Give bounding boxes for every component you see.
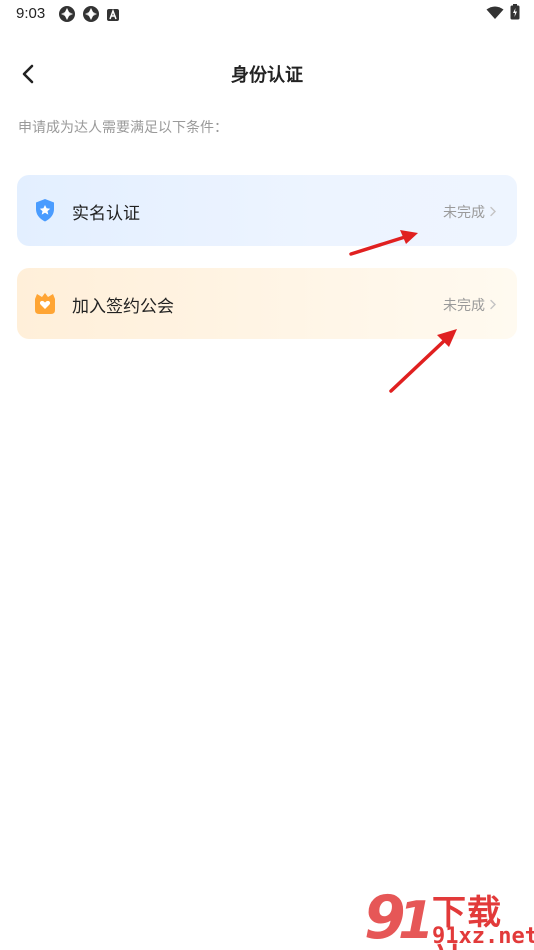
page-title: 身份认证 xyxy=(231,65,303,86)
card-label: 实名认证 xyxy=(72,204,140,224)
card-status: 未完成 xyxy=(443,298,485,314)
card-label: 加入签约公会 xyxy=(72,297,174,317)
chevron-right-icon xyxy=(490,299,496,310)
join-guild-card[interactable]: 加入签约公会 未完成 xyxy=(17,268,517,339)
chevron-right-icon xyxy=(490,206,496,217)
card-status: 未完成 xyxy=(443,205,485,221)
app-a-icon xyxy=(106,7,120,26)
sync-icon xyxy=(58,5,76,27)
status-notification-icons xyxy=(58,5,120,27)
shield-star-icon xyxy=(32,197,58,223)
realname-verification-card[interactable]: 实名认证 未完成 xyxy=(17,175,517,246)
wifi-icon xyxy=(486,5,504,24)
status-bar: 9:03 xyxy=(0,0,534,28)
watermark-url: 91xz.net xyxy=(432,924,534,949)
sync-icon xyxy=(82,5,100,27)
guild-heart-icon xyxy=(32,290,58,316)
status-system-icons xyxy=(486,4,520,24)
svg-text:1: 1 xyxy=(398,891,434,950)
battery-icon xyxy=(510,4,520,24)
nav-header: 身份认证 xyxy=(0,50,534,96)
requirements-hint: 申请成为达人需要满足以下条件： xyxy=(18,120,228,136)
status-time: 9:03 xyxy=(16,5,46,22)
